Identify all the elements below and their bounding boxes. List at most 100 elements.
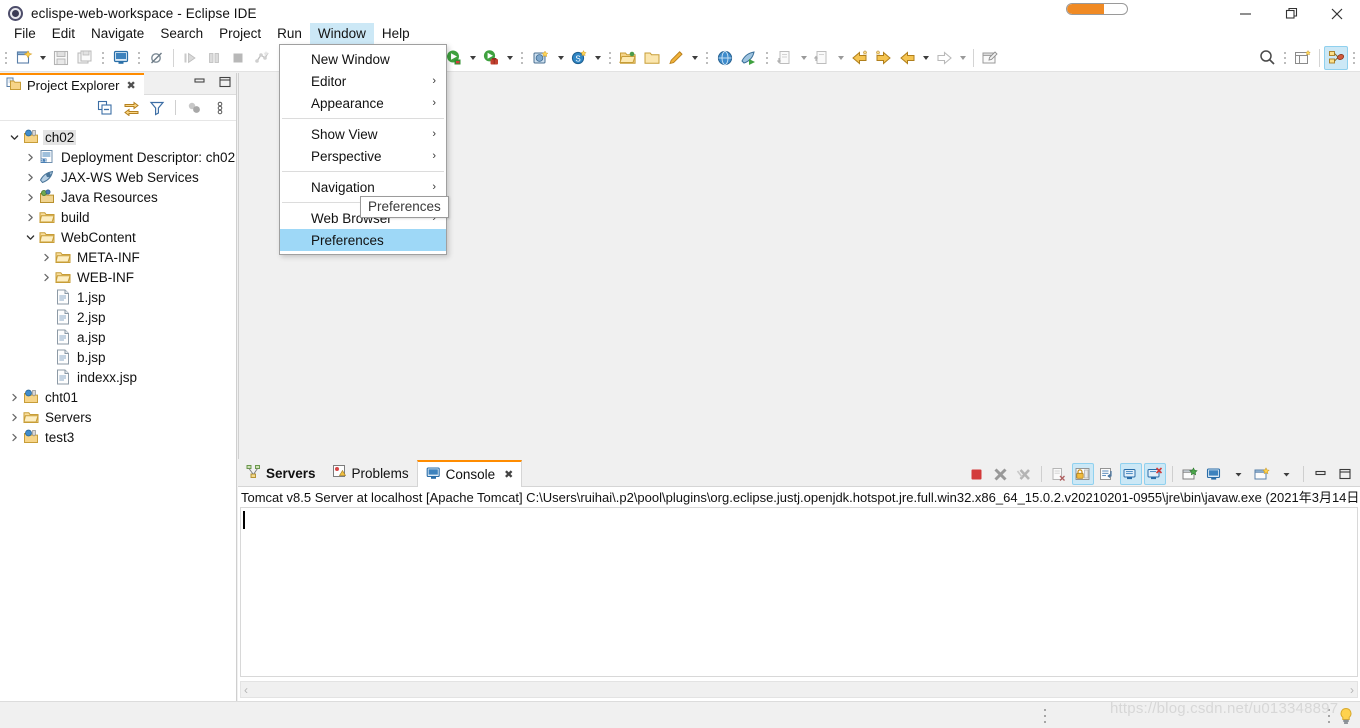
menu-project[interactable]: Project	[211, 23, 269, 44]
previous-edit-icon[interactable]	[847, 46, 871, 70]
close-icon[interactable]: ✖	[504, 468, 513, 481]
run-on-server-icon[interactable]	[737, 46, 761, 70]
menu-item-perspective[interactable]: Perspective ›	[280, 145, 446, 167]
run-dropdown-arrow[interactable]	[466, 46, 479, 70]
display-selected-console-icon[interactable]	[1203, 463, 1225, 485]
chevron-right-icon[interactable]	[38, 247, 54, 267]
minimize-icon[interactable]	[193, 75, 207, 89]
console-output[interactable]	[240, 507, 1358, 677]
toggle-breakpoint-icon[interactable]	[145, 46, 169, 70]
chevron-right-icon[interactable]	[22, 147, 38, 167]
progress-indicator[interactable]	[1066, 3, 1128, 15]
debug-dropdown-arrow[interactable]	[503, 46, 516, 70]
menu-navigate[interactable]: Navigate	[83, 23, 152, 44]
tree-item-ch02[interactable]: ch02	[0, 127, 236, 147]
toolbar-grip-7[interactable]	[763, 48, 771, 67]
chevron-down-icon[interactable]	[6, 127, 22, 147]
chevron-right-icon[interactable]	[22, 187, 38, 207]
tree-item-webcontent[interactable]: WebContent	[0, 227, 236, 247]
tab-console[interactable]: Console ✖	[416, 460, 523, 487]
menu-search[interactable]: Search	[152, 23, 211, 44]
menu-file[interactable]: File	[6, 23, 44, 44]
collapse-all-icon[interactable]	[95, 98, 115, 118]
menu-edit[interactable]: Edit	[44, 23, 83, 44]
tree-item-deployment-descriptor-ch02[interactable]: 3.1 Deployment Descriptor: ch02	[0, 147, 236, 167]
tree-item-2-jsp[interactable]: 2.jsp	[0, 307, 236, 327]
menu-item-new-window[interactable]: New Window	[280, 48, 446, 70]
debug-icon[interactable]	[479, 46, 503, 70]
minimize-icon[interactable]	[1310, 463, 1332, 485]
tree-item-servers[interactable]: Servers	[0, 407, 236, 427]
tree-item-b-jsp[interactable]: b.jsp	[0, 347, 236, 367]
forward-dropdown-arrow[interactable]	[956, 46, 969, 70]
toolbar-grip-5[interactable]	[606, 48, 614, 67]
chevron-right-icon[interactable]	[6, 427, 22, 447]
menu-window[interactable]: Window	[309, 22, 374, 44]
scroll-right-arrow[interactable]: ›	[1350, 683, 1354, 697]
new-perspective-icon[interactable]	[1291, 46, 1315, 70]
next-annotation-dropdown-arrow[interactable]	[797, 46, 810, 70]
chevron-right-icon[interactable]	[22, 167, 38, 187]
show-console-on-output-icon[interactable]	[1120, 463, 1142, 485]
chevron-right-icon[interactable]	[6, 407, 22, 427]
tree-item-web-inf[interactable]: WEB-INF	[0, 267, 236, 287]
show-console-on-error-icon[interactable]	[1144, 463, 1166, 485]
menu-help[interactable]: Help	[374, 23, 418, 44]
quick-access-dropdown-arrow[interactable]	[688, 46, 701, 70]
tree-item-build[interactable]: build	[0, 207, 236, 227]
view-menu-icon[interactable]	[210, 98, 230, 118]
back-dropdown-arrow[interactable]	[919, 46, 932, 70]
new-ejb-dropdown-arrow[interactable]	[554, 46, 567, 70]
chevron-right-icon[interactable]	[6, 387, 22, 407]
next-edit-icon[interactable]	[871, 46, 895, 70]
toolbar-grip-4[interactable]	[518, 48, 526, 67]
menu-item-navigation[interactable]: Navigation ›	[280, 176, 446, 198]
tree-item-indexx-jsp[interactable]: indexx.jsp	[0, 367, 236, 387]
word-wrap-icon[interactable]	[1096, 463, 1118, 485]
chevron-down-icon-2[interactable]	[1275, 463, 1297, 485]
open-folder-icon[interactable]	[616, 46, 640, 70]
toolbar-grip-2[interactable]	[99, 48, 107, 67]
chevron-right-icon[interactable]	[38, 267, 54, 287]
toolbar-grip-9[interactable]	[1350, 48, 1358, 67]
menu-run[interactable]: Run	[269, 23, 310, 44]
tree-item-jax-ws-web-services[interactable]: JAX-WS Web Services	[0, 167, 236, 187]
toolbar-grip-8[interactable]	[1281, 48, 1289, 67]
chevron-down-icon[interactable]	[22, 227, 38, 247]
menu-item-appearance[interactable]: Appearance ›	[280, 92, 446, 114]
new-server-dropdown-arrow[interactable]	[591, 46, 604, 70]
new-wizard-icon[interactable]	[12, 46, 36, 70]
maximize-icon[interactable]	[218, 75, 232, 89]
menu-item-preferences[interactable]: Preferences	[280, 229, 446, 251]
chevron-right-icon[interactable]	[22, 207, 38, 227]
console-horizontal-scrollbar[interactable]: ‹ ›	[240, 681, 1358, 698]
search-icon[interactable]	[1255, 46, 1279, 70]
new-wizard-dropdown-arrow[interactable]	[36, 46, 49, 70]
tree-item-1-jsp[interactable]: 1.jsp	[0, 287, 236, 307]
tree-item-cht01[interactable]: cht01	[0, 387, 236, 407]
new-editor-icon[interactable]	[978, 46, 1002, 70]
previous-annotation-dropdown-arrow[interactable]	[834, 46, 847, 70]
toolbar-grip-6[interactable]	[703, 48, 711, 67]
lightbulb-icon[interactable]	[1338, 707, 1354, 728]
focus-on-active-task-icon[interactable]	[184, 98, 204, 118]
tab-problems[interactable]: Problems	[324, 460, 417, 486]
project-tree[interactable]: ch02 3.1 Deployment Descriptor: ch02 JAX-WS…	[0, 121, 236, 447]
tree-item-a-jsp[interactable]: a.jsp	[0, 327, 236, 347]
open-type-icon[interactable]	[640, 46, 664, 70]
toolbar-grip[interactable]	[2, 48, 10, 67]
link-with-editor-icon[interactable]	[121, 98, 141, 118]
tree-item-java-resources[interactable]: Java Resources	[0, 187, 236, 207]
menu-item-show-view[interactable]: Show View ›	[280, 123, 446, 145]
pin-console-icon[interactable]	[1179, 463, 1201, 485]
open-console-icon[interactable]	[1251, 463, 1273, 485]
scroll-left-arrow[interactable]: ‹	[244, 683, 248, 697]
filter-icon[interactable]	[147, 98, 167, 118]
terminate-icon[interactable]	[965, 463, 987, 485]
maximize-icon[interactable]	[1334, 463, 1356, 485]
close-icon[interactable]: ✖	[126, 79, 135, 92]
quick-access-icon[interactable]	[664, 46, 688, 70]
tab-project-explorer[interactable]: Project Explorer ✖	[0, 73, 144, 95]
new-ejb-project-icon[interactable]	[528, 46, 554, 70]
new-jsp-file-icon[interactable]	[109, 46, 133, 70]
